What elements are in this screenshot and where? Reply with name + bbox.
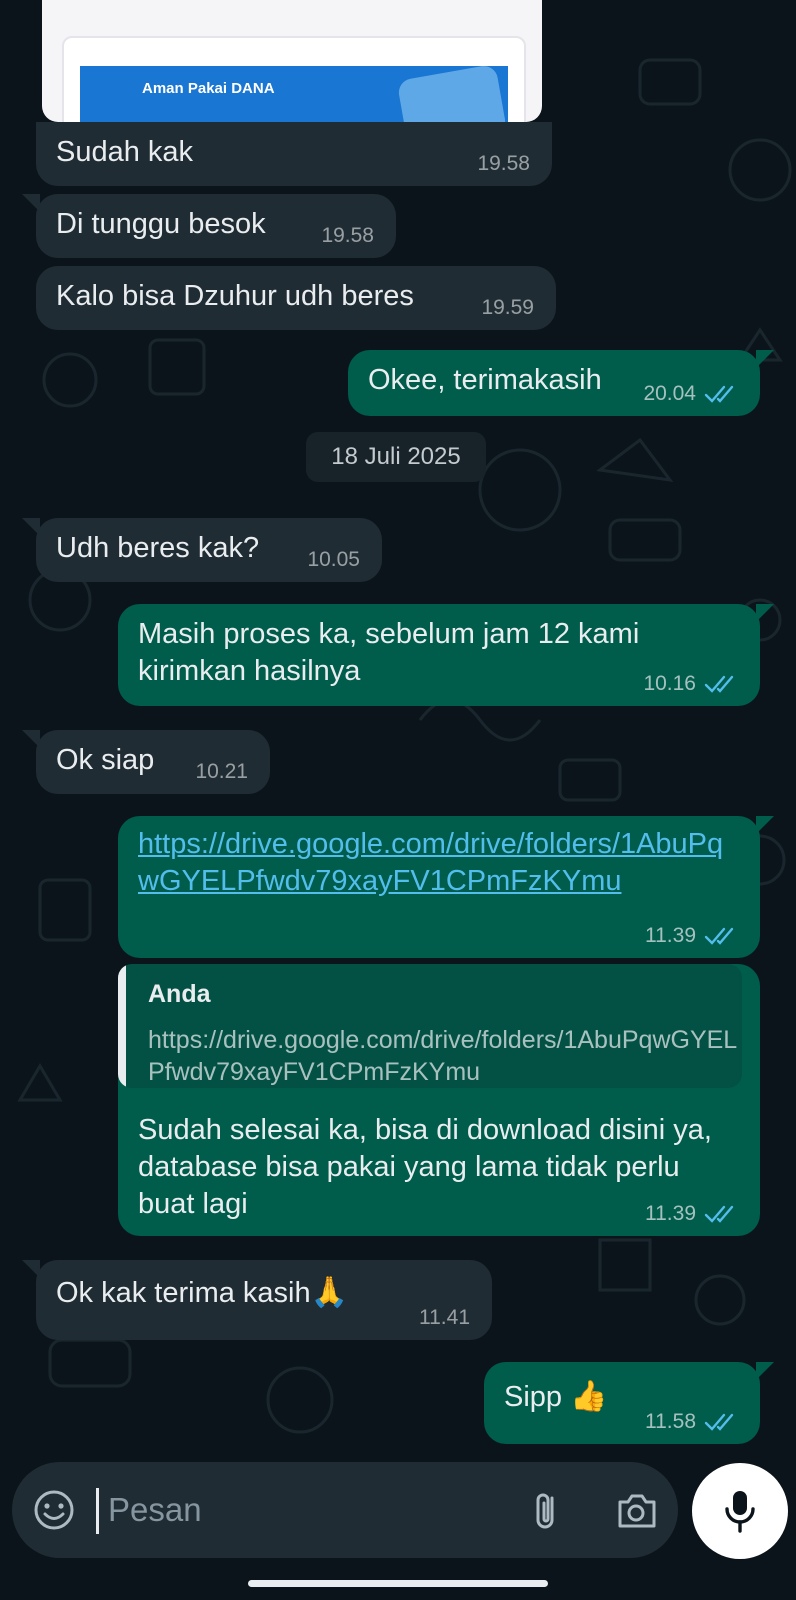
message-time: 20.04 <box>643 382 696 405</box>
folded-hands-emoji: 🙏 <box>310 1275 348 1310</box>
message-meta: 10.05 <box>307 548 360 572</box>
image-banner-text: Aman Pakai DANA <box>142 80 275 97</box>
message-time: 10.05 <box>307 548 360 571</box>
quote-author: Anda <box>148 980 211 1008</box>
message-time: 19.58 <box>321 224 374 247</box>
message-time: 11.58 <box>645 1410 696 1433</box>
message-bubble-incoming[interactable]: Ok siap 10.21 <box>22 730 270 794</box>
message-bubble-outgoing[interactable]: Masih proses ka, sebelum jam 12 kami kir… <box>118 604 774 706</box>
quote-text: https://drive.google.com/drive/folders/1… <box>148 1026 738 1086</box>
read-receipt-icon <box>704 1413 734 1431</box>
camera-icon[interactable] <box>614 1490 658 1532</box>
message-text: Sipp <box>504 1381 563 1413</box>
sticker-icon[interactable] <box>32 1488 76 1532</box>
message-time: 11.41 <box>419 1306 470 1329</box>
quoted-message[interactable]: Anda https://drive.google.com/drive/fold… <box>118 964 742 1088</box>
image-message-preview[interactable]: Aman Pakai DANA <box>42 0 542 122</box>
message-bubble-incoming[interactable]: Udh beres kak? 10.05 <box>22 518 382 582</box>
message-text: Sudah kak <box>56 136 194 168</box>
message-bubble-outgoing[interactable]: https://drive.google.com/drive/folders/1… <box>118 816 774 958</box>
paperclip-icon[interactable] <box>524 1488 568 1534</box>
message-meta: 11.39 <box>645 1202 738 1226</box>
message-bubble-incoming[interactable]: Ok kak terima kasih🙏 11.41 <box>22 1260 492 1340</box>
message-time: 10.16 <box>643 672 696 695</box>
message-meta: 11.58 <box>645 1410 738 1434</box>
message-input[interactable]: Pesan <box>108 1488 202 1532</box>
message-bubble-outgoing[interactable]: Sipp 👍 11.58 <box>484 1362 774 1444</box>
drive-link[interactable]: https://drive.google.com/drive/folders/1… <box>138 826 738 900</box>
microphone-button[interactable] <box>692 1463 788 1559</box>
read-receipt-icon <box>704 927 734 945</box>
message-bubble-incoming[interactable]: Di tunggu besok 19.58 <box>22 194 396 258</box>
quote-bar <box>118 964 126 1088</box>
message-text-row: Ok kak terima kasih🙏 <box>56 1274 472 1312</box>
date-separator: 18 Juli 2025 <box>306 432 486 482</box>
message-meta: 19.58 <box>321 224 374 248</box>
message-meta: 10.16 <box>643 672 738 696</box>
read-receipt-icon <box>704 1205 734 1223</box>
message-time: 19.59 <box>481 296 534 319</box>
message-meta: 10.21 <box>195 760 248 784</box>
message-time: 11.39 <box>645 924 696 947</box>
message-meta: 11.41 <box>419 1306 470 1330</box>
message-time: 19.58 <box>477 152 530 175</box>
message-bubble-incoming[interactable]: Sudah kak 19.58 <box>36 122 552 186</box>
microphone-icon <box>725 1491 755 1533</box>
message-meta: 19.59 <box>481 296 534 320</box>
message-text: Ok kak terima kasih <box>56 1277 311 1309</box>
message-bubble-incoming[interactable]: Kalo bisa Dzuhur udh beres 19.59 <box>36 266 556 330</box>
home-indicator[interactable] <box>248 1580 548 1587</box>
read-receipt-icon <box>704 385 734 403</box>
message-bubble-outgoing[interactable]: Okee, terimakasih 20.04 <box>348 350 774 416</box>
read-receipt-icon <box>704 675 734 693</box>
message-text: Sudah selesai ka, bisa di download disin… <box>138 1114 720 1220</box>
message-text: Kalo bisa Dzuhur udh beres <box>56 280 414 312</box>
message-composer[interactable]: Pesan <box>12 1462 678 1558</box>
message-time: 11.39 <box>645 1202 696 1225</box>
message-meta: 11.39 <box>645 924 738 948</box>
thumbs-up-emoji: 👍 <box>570 1379 608 1414</box>
message-meta: 20.04 <box>643 382 738 406</box>
text-cursor <box>96 1488 99 1534</box>
message-text: Masih proses ka, sebelum jam 12 kami kir… <box>138 618 648 687</box>
message-meta: 19.58 <box>477 152 530 176</box>
message-time: 10.21 <box>195 760 248 783</box>
